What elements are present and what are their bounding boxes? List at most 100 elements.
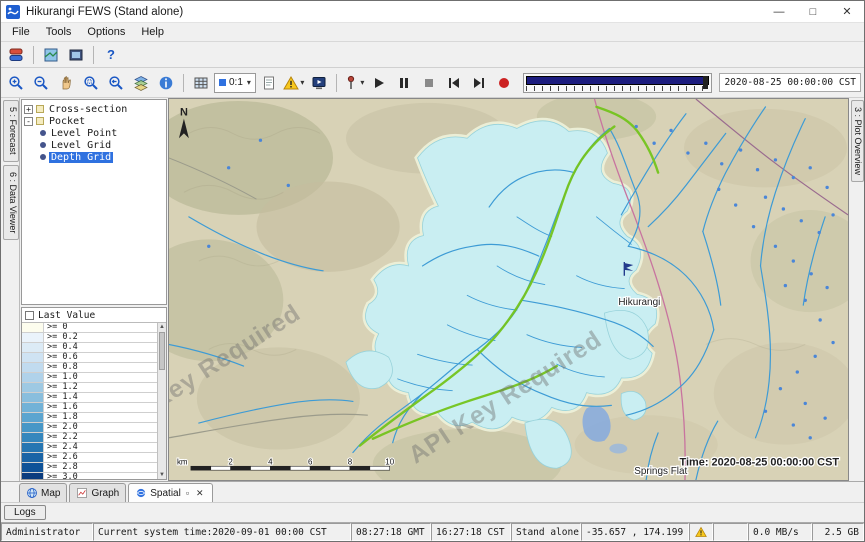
tree-item-level-grid[interactable]: Level Grid bbox=[24, 139, 164, 151]
tree-item-label[interactable]: Pocket bbox=[47, 116, 87, 127]
tab-data-viewer[interactable]: 6 : Data Viewer bbox=[3, 165, 19, 240]
menu-item-options[interactable]: Options bbox=[79, 24, 133, 40]
skip-to-end-button[interactable] bbox=[467, 72, 491, 94]
tree-item-level-point[interactable]: Level Point bbox=[24, 127, 164, 139]
logs-button[interactable]: Logs bbox=[4, 505, 46, 520]
panel-undock-icon[interactable]: ▫ bbox=[184, 488, 191, 498]
skip-to-start-button[interactable] bbox=[442, 72, 466, 94]
tree-item-depth-grid[interactable]: Depth Grid bbox=[24, 151, 164, 163]
tab-graph[interactable]: Graph bbox=[69, 483, 126, 502]
zoom-previous-button[interactable] bbox=[104, 72, 128, 94]
status-warning-cell[interactable] bbox=[689, 523, 713, 541]
minimize-button[interactable]: — bbox=[762, 1, 796, 22]
last-value-label: Last Value bbox=[38, 310, 95, 321]
map-toolbar: 0:1 ▾ ▾ bbox=[1, 68, 864, 98]
legend-row: >= 2.0 bbox=[22, 423, 157, 433]
legend-scrollbar[interactable]: ▲▼ bbox=[157, 323, 166, 479]
question-icon: ? bbox=[107, 47, 115, 62]
menu-bar: File Tools Options Help bbox=[1, 23, 864, 42]
chevron-down-icon: ▾ bbox=[300, 78, 304, 87]
time-slider[interactable] bbox=[523, 73, 713, 93]
app-icon bbox=[6, 5, 20, 19]
zoom-in-button[interactable] bbox=[4, 72, 28, 94]
zoom-extent-button[interactable] bbox=[79, 72, 103, 94]
profile-tool-button[interactable]: ▾ bbox=[342, 72, 366, 94]
toolbar-separator bbox=[336, 74, 337, 92]
grid-table-button[interactable] bbox=[189, 72, 213, 94]
panel-close-icon[interactable]: ✕ bbox=[194, 488, 206, 499]
tree-item-label[interactable]: Level Point bbox=[49, 128, 119, 139]
collapse-toggle-icon[interactable]: - bbox=[24, 117, 33, 126]
place-label-hikurangi: Hikurangi bbox=[618, 297, 660, 308]
tab-forecast[interactable]: 5 : Forecast bbox=[3, 100, 19, 162]
globe-icon bbox=[26, 487, 38, 499]
legend-label: >= 0.4 bbox=[44, 343, 78, 352]
tree-item-label-selected[interactable]: Depth Grid bbox=[49, 152, 113, 163]
database-button[interactable] bbox=[4, 44, 28, 66]
play-icon bbox=[371, 75, 387, 91]
tree-item-label[interactable]: Level Grid bbox=[49, 140, 113, 151]
scrollbar-thumb[interactable] bbox=[159, 332, 165, 370]
warnings-button[interactable]: ▾ bbox=[282, 72, 306, 94]
legend-label: >= 1.2 bbox=[44, 383, 78, 392]
time-slider-ticks bbox=[526, 86, 710, 91]
info-button[interactable] bbox=[154, 72, 178, 94]
tree-item-pocket[interactable]: - Pocket bbox=[24, 115, 164, 127]
svg-text:10: 10 bbox=[385, 457, 394, 466]
legend-row: >= 1.2 bbox=[22, 383, 157, 393]
legend-swatch bbox=[22, 323, 44, 332]
legend-swatch bbox=[22, 363, 44, 372]
document-button[interactable] bbox=[257, 72, 281, 94]
warning-triangle-icon bbox=[695, 526, 707, 538]
legend-row: >= 0.2 bbox=[22, 333, 157, 343]
legend-row: >= 3.0 bbox=[22, 473, 157, 479]
stop-button[interactable] bbox=[417, 72, 441, 94]
tree-item-cross-section[interactable]: + Cross-section bbox=[24, 103, 164, 115]
layers-button[interactable] bbox=[129, 72, 153, 94]
tree-item-label[interactable]: Cross-section bbox=[47, 104, 129, 115]
status-local-time: 16:27:18 CST bbox=[431, 523, 511, 541]
chart-icon bbox=[76, 487, 88, 499]
menu-item-file[interactable]: File bbox=[4, 24, 38, 40]
timestep-combo[interactable]: 0:1 ▾ bbox=[214, 73, 256, 93]
play-button[interactable] bbox=[367, 72, 391, 94]
toolbar-separator bbox=[33, 46, 34, 64]
legend-swatch bbox=[22, 463, 44, 472]
app-window: Hikurangi FEWS (Stand alone) — □ ✕ File … bbox=[0, 0, 865, 542]
movie-display-icon bbox=[311, 75, 327, 91]
last-value-checkbox[interactable] bbox=[25, 311, 34, 320]
pan-button[interactable] bbox=[54, 72, 78, 94]
legend-row: >= 0.4 bbox=[22, 343, 157, 353]
window-title: Hikurangi FEWS (Stand alone) bbox=[26, 6, 183, 18]
node-dot-icon bbox=[40, 130, 46, 136]
main-area: 5 : Forecast 6 : Data Viewer + Cross-sec… bbox=[1, 98, 864, 481]
legend-swatch bbox=[22, 453, 44, 462]
zoom-out-button[interactable] bbox=[29, 72, 53, 94]
status-system-time: Current system time:2020-09-01 00:00 CST bbox=[93, 523, 351, 541]
legend-label: >= 0.2 bbox=[44, 333, 78, 342]
menu-item-tools[interactable]: Tools bbox=[38, 24, 80, 40]
menu-item-help[interactable]: Help bbox=[133, 24, 172, 40]
magnifier-plus-icon bbox=[8, 75, 24, 91]
legend-row: >= 2.2 bbox=[22, 433, 157, 443]
pause-button[interactable] bbox=[392, 72, 416, 94]
tab-map[interactable]: Map bbox=[19, 483, 67, 502]
legend-row: >= 1.4 bbox=[22, 393, 157, 403]
tab-spatial[interactable]: Spatial ▫ ✕ bbox=[128, 483, 212, 502]
animation-display-button[interactable] bbox=[307, 72, 331, 94]
maximize-button[interactable]: □ bbox=[796, 1, 830, 22]
help-button[interactable]: ? bbox=[99, 44, 123, 66]
grid-table-icon bbox=[193, 75, 209, 91]
record-button[interactable] bbox=[492, 72, 516, 94]
tab-plot-overview[interactable]: 3 : Plot Overview bbox=[851, 100, 864, 182]
map-canvas[interactable]: API Key Required API Key Required Hikura… bbox=[169, 98, 849, 481]
legend-label: >= 2.2 bbox=[44, 433, 78, 442]
grid-display-button[interactable] bbox=[64, 44, 88, 66]
expand-toggle-icon[interactable]: + bbox=[24, 105, 33, 114]
main-toolbar: ? bbox=[1, 42, 864, 68]
status-coordinates: -35.657 , 174.199 bbox=[581, 523, 689, 541]
legend-label: >= 0 bbox=[44, 323, 67, 332]
legend-label: >= 3.0 bbox=[44, 473, 78, 479]
close-button[interactable]: ✕ bbox=[830, 1, 864, 22]
map-document-button[interactable] bbox=[39, 44, 63, 66]
